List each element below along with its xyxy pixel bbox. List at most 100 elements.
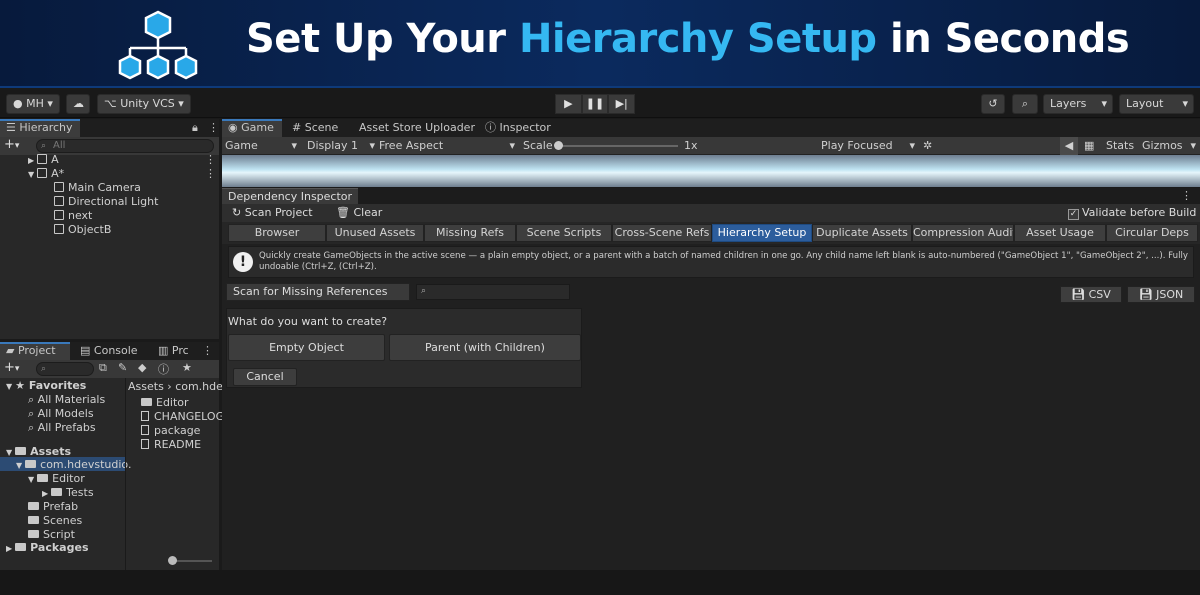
label-icon[interactable]: ✎ xyxy=(118,361,127,374)
cloud-button[interactable]: ☁ xyxy=(66,94,90,114)
star-icon: ★ xyxy=(15,379,26,392)
export-csv-button[interactable]: 💾︎ CSV xyxy=(1060,286,1122,303)
project-search-input[interactable]: ⌕ xyxy=(36,362,94,376)
bug-icon[interactable]: ✲ xyxy=(923,137,932,155)
scale-slider-track[interactable] xyxy=(558,145,678,147)
type-filter-icon[interactable]: ◆ xyxy=(138,361,146,374)
star-icon[interactable]: ★ xyxy=(182,361,192,374)
asset-folder-scenes[interactable]: Scenes xyxy=(28,514,82,527)
gizmos-dropdown[interactable]: Gizmos ▾ xyxy=(1142,137,1196,155)
favorites-header[interactable]: ▼ ★ Favorites xyxy=(6,379,86,392)
stats-button[interactable]: Stats xyxy=(1106,137,1134,155)
add-button[interactable]: +▾ xyxy=(4,361,19,376)
hierarchy-item-a[interactable]: ▶ A xyxy=(28,153,59,166)
hierarchy-item-a-star[interactable]: ▼ A* xyxy=(28,167,64,180)
project-breadcrumb[interactable]: Assets › com.hdevs xyxy=(128,380,235,393)
tab-dependency-inspector[interactable]: Dependency Inspector xyxy=(222,188,359,204)
file-changelog[interactable]: CHANGELOG xyxy=(141,410,224,423)
tab-game[interactable]: ◉ Game xyxy=(222,119,282,137)
filter-icon[interactable]: ⧉ xyxy=(99,361,107,375)
display-mode-dropdown[interactable]: Game ▾ xyxy=(225,137,297,155)
chevron-down-icon: ▾ xyxy=(509,139,515,152)
aspect-dropdown[interactable]: Free Aspect ▾ xyxy=(379,137,515,155)
file-package[interactable]: package xyxy=(141,424,200,437)
dependency-search-input[interactable]: ⌕ xyxy=(416,284,570,300)
zoom-slider-handle[interactable] xyxy=(168,556,177,565)
asset-folder-tests[interactable]: ▶ Tests xyxy=(42,486,94,499)
cancel-button[interactable]: Cancel xyxy=(233,368,297,386)
hierarchy-search-input[interactable]: ⌕ All xyxy=(36,139,214,153)
packages-header[interactable]: ▶ Packages xyxy=(6,541,89,554)
export-json-button[interactable]: 💾︎ JSON xyxy=(1127,286,1195,303)
kebab-menu-icon[interactable]: ⋮ xyxy=(205,153,216,166)
tab-project[interactable]: ▰ Project xyxy=(0,342,70,360)
hierarchy-item-objectb[interactable]: ObjectB xyxy=(54,223,111,236)
step-icon: ▶| xyxy=(615,97,628,110)
search-icon: ⌕ xyxy=(28,393,35,406)
empty-object-button[interactable]: Empty Object xyxy=(228,334,385,361)
asset-folder-editor[interactable]: ▼ Editor xyxy=(28,472,85,485)
file-readme[interactable]: README xyxy=(141,438,201,451)
splitter[interactable] xyxy=(125,378,126,570)
favorite-all-models[interactable]: ⌕ All Models xyxy=(28,407,94,421)
favorite-all-prefabs[interactable]: ⌕ All Prefabs xyxy=(28,421,96,435)
add-button[interactable]: +▾ xyxy=(4,138,19,153)
kebab-menu-icon[interactable]: ⋮ xyxy=(202,342,213,360)
play-button[interactable]: ▶ xyxy=(555,94,582,114)
display-dropdown[interactable]: Display 1 ▾ xyxy=(307,137,375,155)
tab-cross-scene-refs[interactable]: Cross-Scene Refs xyxy=(612,224,712,242)
folder-icon xyxy=(25,460,37,468)
play-mode-dropdown[interactable]: Play Focused ▾ xyxy=(821,137,915,155)
asset-folder-com-hdevstudio[interactable]: ▼ com.hdevstudio. xyxy=(16,458,131,471)
tab-duplicate-assets[interactable]: Duplicate Assets xyxy=(812,224,912,242)
layers-dropdown[interactable]: Layers ▾ xyxy=(1043,94,1113,114)
chevron-down-icon: ▾ xyxy=(1182,97,1188,110)
tab-scene-scripts[interactable]: Scene Scripts xyxy=(516,224,612,242)
vcs-button[interactable]: ⌥ Unity VCS ▾ xyxy=(97,94,191,114)
scene-icon xyxy=(37,168,48,178)
clear-button[interactable]: 🗑︎ Clear xyxy=(336,205,382,221)
file-editor[interactable]: Editor xyxy=(141,396,189,409)
tab-hierarchy-setup[interactable]: Hierarchy Setup xyxy=(712,224,812,242)
chevron-down-icon: ▼ xyxy=(28,170,35,179)
tab-profiler[interactable]: ▥ Prc xyxy=(152,342,195,360)
tab-inspector[interactable]: ⓘ Inspector xyxy=(479,119,557,137)
folder-icon xyxy=(28,516,39,524)
step-button[interactable]: ▶| xyxy=(608,94,636,114)
history-button[interactable]: ↺ xyxy=(981,94,1005,114)
hierarchy-item-next[interactable]: next xyxy=(54,209,92,222)
hierarchy-item-directional-light[interactable]: Directional Light xyxy=(54,195,158,208)
account-button[interactable]: ● MH ▾ xyxy=(6,94,60,114)
tab-asset-usage[interactable]: Asset Usage xyxy=(1014,224,1106,242)
scan-missing-button[interactable]: Scan for Missing References xyxy=(226,283,410,301)
kebab-menu-icon[interactable]: ⋮ xyxy=(205,167,216,180)
tab-asset-store-uploader[interactable]: Asset Store Uploader xyxy=(353,119,481,137)
search-button[interactable]: ⌕ xyxy=(1012,94,1038,114)
tab-missing-refs[interactable]: Missing Refs xyxy=(424,224,516,242)
asset-folder-script[interactable]: Script xyxy=(28,528,75,541)
tab-browser[interactable]: Browser xyxy=(228,224,326,242)
validate-toggle[interactable]: ✓ Validate before Build xyxy=(1068,206,1196,220)
tab-unused-assets[interactable]: Unused Assets xyxy=(326,224,424,242)
tab-console[interactable]: ▤ Console xyxy=(74,342,144,360)
hierarchy-item-main-camera[interactable]: Main Camera xyxy=(54,181,141,194)
search-icon: ⌕ xyxy=(41,141,47,151)
layout-dropdown[interactable]: Layout ▾ xyxy=(1119,94,1194,114)
tab-scene[interactable]: # Scene xyxy=(286,119,344,137)
tab-hierarchy[interactable]: ☰ Hierarchy xyxy=(0,119,80,137)
scan-project-button[interactable]: ↻ Scan Project xyxy=(232,205,313,221)
grid-icon[interactable]: ▦ xyxy=(1084,137,1094,155)
info-icon[interactable]: ⓘ xyxy=(158,361,169,377)
tab-compression-audit[interactable]: Compression Audit xyxy=(912,224,1014,242)
scale-slider-handle[interactable] xyxy=(554,141,563,150)
parent-with-children-button[interactable]: Parent (with Children) xyxy=(389,334,581,361)
tab-circular-deps[interactable]: Circular Deps xyxy=(1106,224,1198,242)
audio-mute-icon[interactable]: ◀ xyxy=(1060,137,1078,155)
search-icon: ⌕ xyxy=(28,421,35,434)
favorite-all-materials[interactable]: ⌕ All Materials xyxy=(28,393,105,407)
pause-button[interactable]: ❚❚ xyxy=(581,94,609,114)
asset-folder-prefab[interactable]: Prefab xyxy=(28,500,78,513)
kebab-menu-icon[interactable]: ⋮ xyxy=(1181,189,1192,202)
game-viewport[interactable] xyxy=(222,155,1200,187)
gameobject-icon xyxy=(54,210,64,220)
